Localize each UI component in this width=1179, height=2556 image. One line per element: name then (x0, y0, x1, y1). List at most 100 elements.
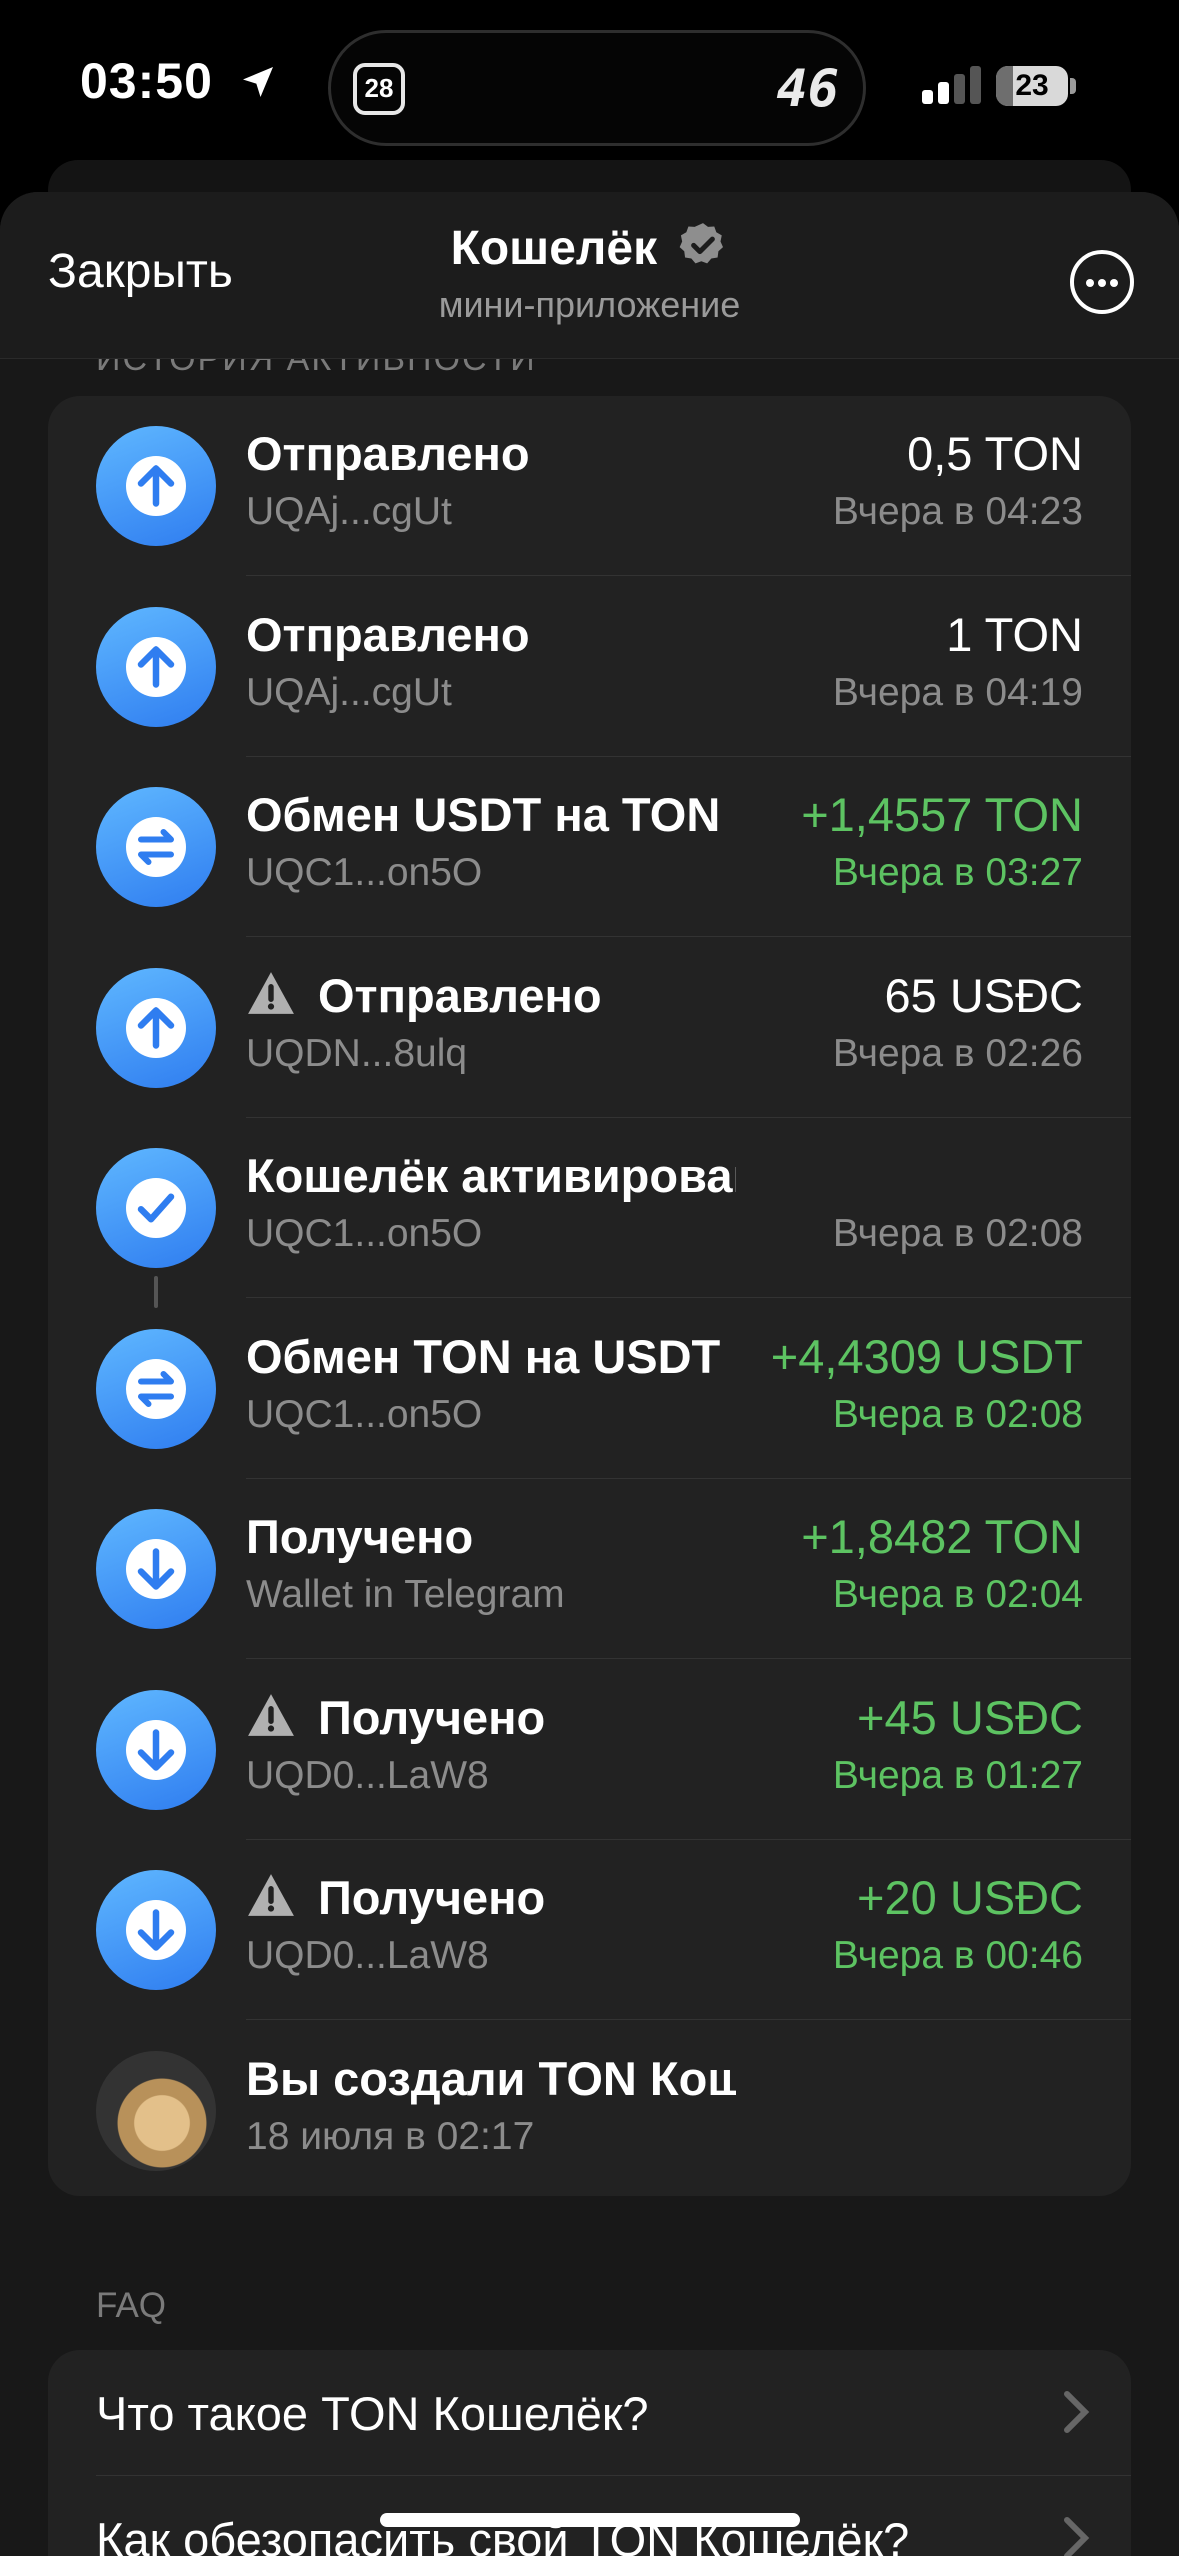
app-title: Кошелёк (0, 220, 1179, 276)
transaction-row[interactable]: Получено Wallet in Telegram +1,8482 TON Вче… (48, 1479, 1131, 1659)
activity-history-list: Отправлено UQAj...cgUt 0,5 TON Вчера в 04:2… (48, 396, 1131, 2196)
transaction-amount: +1,4557 TON (801, 788, 1083, 841)
arrow-up-icon (126, 456, 186, 516)
battery-icon: 23 (996, 66, 1068, 106)
faq-heading: FAQ (96, 2286, 167, 2325)
transaction-row[interactable]: Отправлено UQDN...8ulq 65 USĐC Вчера в 02:2… (48, 938, 1131, 1118)
transaction-address: UQC1...on5O (246, 1212, 483, 1255)
transaction-date: Вчера в 03:27 (832, 851, 1083, 894)
transaction-title-text: Получено (246, 1510, 474, 1563)
calendar-icon: 28 (353, 63, 405, 115)
checkmark-icon (126, 1178, 186, 1238)
transaction-title: Отправлено (246, 607, 736, 662)
chevron-right-icon (1064, 2517, 1090, 2556)
app-title-text: Кошелёк (450, 222, 658, 275)
transaction-title-text: Вы создали TON Кошелёк (246, 2051, 736, 2105)
arrow-down-icon (126, 1539, 186, 1599)
transaction-type-badge (96, 787, 216, 907)
transaction-title-text: Получено (318, 1690, 546, 1744)
transaction-amount: +1,8482 TON (801, 1510, 1083, 1563)
transaction-address: UQDN...8ulq (246, 1031, 468, 1075)
transaction-address: UQD0...LaW8 (246, 1753, 489, 1797)
transaction-row[interactable]: Получено UQD0...LaW8 +45 USĐC Вчера в 01:27 (48, 1660, 1131, 1840)
transaction-date: Вчера в 01:27 (832, 1753, 1083, 1797)
transaction-type-badge (96, 1328, 216, 1449)
status-time: 03:50 (80, 53, 213, 109)
transaction-date: Вчера в 02:26 (832, 1031, 1083, 1075)
status-bar: 03:50 28 46 23 (0, 0, 1179, 175)
transaction-title-text: Отправлено (318, 968, 602, 1022)
transaction-amount: +20 USĐC (857, 1871, 1083, 1924)
transaction-date: Вчера в 02:04 (832, 1573, 1083, 1616)
island-number: 46 (776, 59, 839, 119)
transaction-row[interactable]: Вы создали TON Кошелёк 18 июля в 02:17 (48, 2021, 1131, 2201)
transaction-title-text: Получено (318, 1871, 546, 1924)
cellular-signal-icon (922, 64, 984, 104)
transaction-type-badge (96, 1148, 216, 1268)
transaction-address: UQC1...on5O (246, 1392, 483, 1436)
profile-avatar (96, 2050, 216, 2171)
transaction-date: Вчера в 04:23 (832, 490, 1083, 533)
transaction-row[interactable]: Кошелёк активирован UQC1...on5O Вчера в 02… (48, 1118, 1131, 1298)
app-subtitle: мини-приложение (438, 284, 741, 325)
transaction-date: Вчера в 02:08 (832, 1212, 1083, 1255)
transaction-address: UQAj...cgUt (246, 490, 452, 533)
transaction-address: UQC1...on5O (246, 851, 483, 894)
transaction-amount: 0,5 TON (907, 427, 1083, 480)
transaction-date: Вчера в 04:19 (832, 670, 1083, 714)
transaction-address: Wallet in Telegram (246, 1573, 565, 1616)
transaction-title: Получено (246, 1690, 736, 1745)
faq-item[interactable]: Что такое TON Кошелёк? (48, 2350, 1131, 2476)
more-options-icon[interactable] (1070, 250, 1134, 314)
transaction-title-text: Кошелёк активирован (246, 1149, 736, 1202)
transaction-amount: +45 USĐC (857, 1690, 1083, 1744)
transaction-title: Кошелёк активирован (246, 1148, 736, 1203)
transaction-type-badge (96, 1509, 216, 1629)
warning-icon (248, 1693, 294, 1736)
transaction-type-badge (96, 967, 216, 1088)
transaction-title: Отправлено (246, 968, 736, 1023)
battery-level: 23 (1015, 69, 1049, 102)
transaction-title-text: Обмен TON на USDT (246, 1329, 721, 1383)
mini-app-header: Закрыть Кошелёк мини-приложение (0, 192, 1179, 359)
transaction-address: UQAj...cgUt (246, 670, 452, 714)
transaction-row[interactable]: Обмен TON на USDT UQC1...on5O +4,4309 USDT… (48, 1299, 1131, 1479)
arrow-up-icon (126, 636, 186, 697)
arrow-up-icon (126, 997, 186, 1058)
transaction-title: Отправлено (246, 426, 736, 481)
transaction-row[interactable]: Отправлено UQAj...cgUt 0,5 TON Вчера в 04:2… (48, 396, 1131, 576)
transaction-title: Вы создали TON Кошелёк (246, 2051, 736, 2106)
transaction-type-badge (96, 1689, 216, 1810)
transaction-row[interactable]: Обмен USDT на TON UQC1...on5O +1,4557 TON В… (48, 757, 1131, 937)
swap-arrows-icon (126, 1358, 186, 1419)
transaction-row[interactable]: Получено UQD0...LaW8 +20 USĐC Вчера в 00:46 (48, 1840, 1131, 2020)
transaction-address: UQD0...LaW8 (246, 1934, 489, 1977)
transaction-date: Вчера в 00:46 (832, 1934, 1083, 1977)
transaction-amount: 1 TON (946, 607, 1083, 661)
transaction-address: 18 июля в 02:17 (246, 2114, 535, 2158)
transaction-title-text: Обмен USDT на TON (246, 788, 721, 841)
dynamic-island: 28 46 (328, 30, 866, 146)
transaction-title: Обмен TON на USDT (246, 1329, 736, 1384)
transaction-amount: +4,4309 USDT (770, 1329, 1083, 1383)
arrow-down-icon (126, 1719, 186, 1780)
transaction-title: Получено (246, 1509, 736, 1564)
transaction-amount: 65 USĐC (884, 968, 1083, 1022)
transaction-row[interactable]: Отправлено UQAj...cgUt 1 TON Вчера в 04:19 (48, 577, 1131, 757)
transaction-type-badge (96, 1870, 216, 1990)
transaction-date: Вчера в 02:08 (832, 1392, 1083, 1436)
transaction-title: Обмен USDT на TON (246, 787, 736, 842)
mini-app-sheet: Закрыть Кошелёк мини-приложение ИСТОРИЯ … (0, 192, 1179, 2556)
swap-arrows-icon (126, 817, 186, 877)
transaction-title-text: Отправлено (246, 607, 530, 661)
transaction-title: Получено (246, 1870, 736, 1925)
transaction-type-badge (96, 606, 216, 727)
faq-question: Что такое TON Кошелёк? (96, 2387, 649, 2440)
arrow-down-icon (126, 1900, 186, 1960)
transaction-title-text: Отправлено (246, 427, 530, 480)
warning-icon (248, 971, 294, 1014)
home-indicator[interactable] (380, 2513, 800, 2527)
location-arrow-icon (243, 67, 273, 97)
warning-icon (248, 1874, 294, 1916)
chevron-right-icon (1064, 2391, 1090, 2433)
